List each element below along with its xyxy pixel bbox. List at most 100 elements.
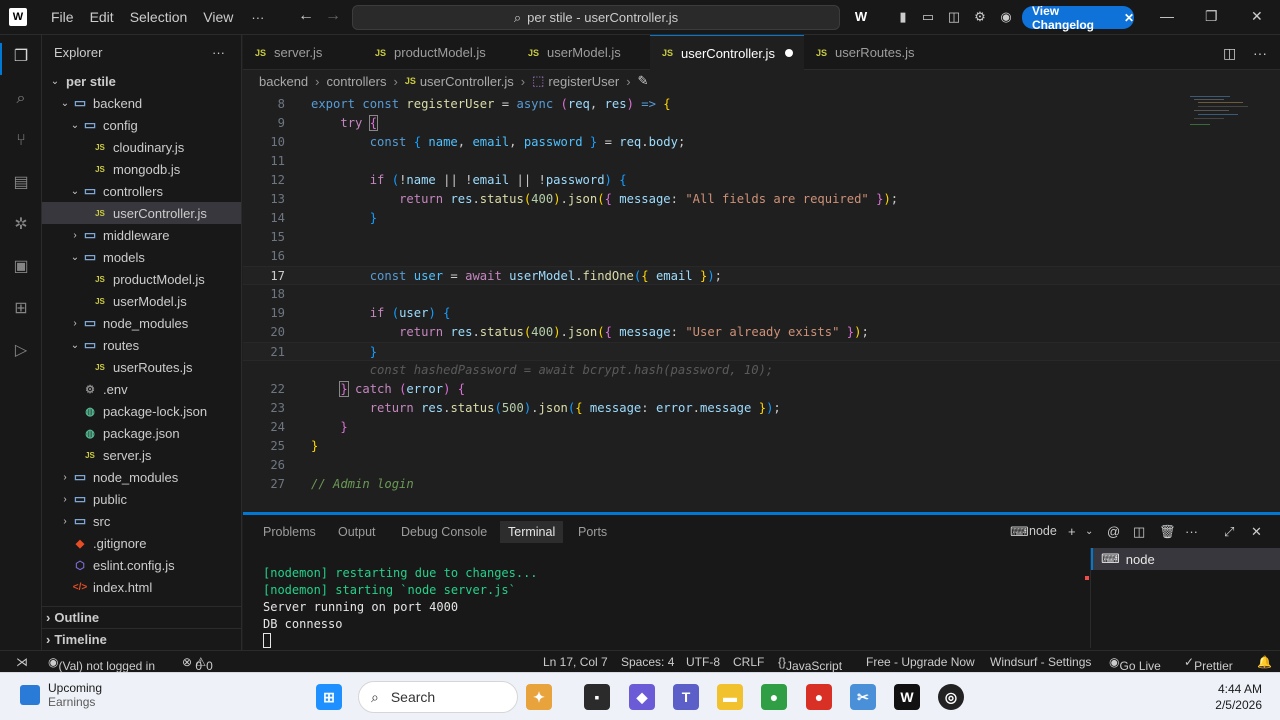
- code-line[interactable]: 13 return res.status(400).json({ message…: [243, 190, 1280, 209]
- code-line[interactable]: 8 export const registerUser = async (req,…: [243, 95, 1280, 114]
- problems-status[interactable]: ⊗ 0 ⚠ 0: [182, 655, 213, 673]
- terminal-list-item[interactable]: ⌨ node: [1091, 548, 1280, 570]
- toggle-primary-sidebar-icon[interactable]: ▮: [895, 9, 911, 25]
- code-line[interactable]: 23 return res.status(500).json({ message…: [243, 399, 1280, 418]
- snipping-tool-icon[interactable]: ✂: [850, 684, 876, 710]
- tree-item[interactable]: › ▭ node_modules: [42, 466, 241, 488]
- code-line[interactable]: 12 if (!name || !email || !password) {: [243, 171, 1280, 190]
- code-line[interactable]: 21 }: [243, 342, 1280, 361]
- command-center-search[interactable]: ⌕ per stile - userController.js: [352, 5, 840, 30]
- tree-item[interactable]: › ▭ node_modules: [42, 312, 241, 334]
- notifications-bell-icon[interactable]: 🔔: [1257, 655, 1272, 669]
- outline-section[interactable]: › Outline: [42, 606, 241, 628]
- more-actions-icon[interactable]: ···: [1253, 45, 1267, 61]
- map-icon[interactable]: ▤: [9, 171, 33, 195]
- menu-edit[interactable]: Edit: [82, 9, 122, 25]
- tab-user-controller[interactable]: JS userController.js: [650, 35, 804, 70]
- tree-item[interactable]: › ▭ middleware: [42, 224, 241, 246]
- tree-item[interactable]: ⌄ ▭ routes: [42, 334, 241, 356]
- encoding[interactable]: UTF-8: [686, 655, 720, 669]
- tree-item[interactable]: › ▭ public: [42, 488, 241, 510]
- account-status[interactable]: ◉ (Val) not logged in: [48, 655, 155, 673]
- tree-item[interactable]: ⌄ ▭ backend: [42, 92, 241, 114]
- windsurf-taskbar-icon[interactable]: W: [894, 684, 920, 710]
- split-editor-icon[interactable]: ◫: [1223, 45, 1236, 62]
- tree-item[interactable]: JS userModel.js: [42, 290, 241, 312]
- tab-user-routes[interactable]: JS userRoutes.js: [804, 35, 944, 70]
- code-line[interactable]: 25}: [243, 437, 1280, 456]
- tree-item[interactable]: ◍ package.json: [42, 422, 241, 444]
- tab-user-model[interactable]: JS userModel.js: [516, 35, 650, 70]
- chrome-icon[interactable]: ●: [761, 684, 787, 710]
- code-line[interactable]: 26: [243, 456, 1280, 475]
- terminal-name[interactable]: node: [1029, 524, 1057, 538]
- source-control-icon[interactable]: ⑂: [9, 129, 33, 153]
- code-line[interactable]: 11: [243, 152, 1280, 171]
- tree-item[interactable]: JS server.js: [42, 444, 241, 466]
- windows-start-icon[interactable]: ⊞: [316, 684, 342, 710]
- trash-icon[interactable]: 🗑: [1159, 524, 1176, 540]
- remote-explorer-icon[interactable]: ▣: [9, 255, 33, 279]
- tab-ports[interactable]: Ports: [578, 524, 607, 546]
- timeline-section[interactable]: › Timeline: [42, 628, 241, 650]
- tab-problems[interactable]: Problems: [263, 524, 316, 546]
- cursor-position[interactable]: Ln 17, Col 7: [543, 655, 608, 669]
- indentation[interactable]: Spaces: 4: [621, 655, 674, 669]
- menu-view[interactable]: View: [195, 9, 241, 25]
- run-debug-icon[interactable]: ▷: [9, 339, 33, 363]
- new-terminal-icon[interactable]: +: [1068, 524, 1076, 539]
- code-line[interactable]: const hashedPassword = await bcrypt.hash…: [243, 361, 1280, 380]
- chrome-profile-icon[interactable]: ●: [806, 684, 832, 710]
- remote-icon[interactable]: ⋊: [16, 655, 28, 669]
- file-explorer-icon[interactable]: ▬: [717, 684, 743, 710]
- code-line[interactable]: 16: [243, 247, 1280, 266]
- language-mode[interactable]: {} JavaScript: [778, 655, 842, 673]
- copilot-icon[interactable]: ◆: [629, 684, 655, 710]
- breadcrumb-item[interactable]: controllers: [327, 74, 387, 89]
- code-line[interactable]: 22 } catch (error) {: [243, 380, 1280, 399]
- code-line[interactable]: 15: [243, 228, 1280, 247]
- account-icon[interactable]: ◉: [998, 9, 1014, 25]
- teams-icon[interactable]: T: [673, 684, 699, 710]
- obs-icon[interactable]: ◎: [938, 684, 964, 710]
- menu-more-button[interactable]: ···: [241, 10, 274, 25]
- code-line[interactable]: 14 }: [243, 209, 1280, 228]
- windsurf-icon[interactable]: W: [850, 9, 872, 25]
- go-live-button[interactable]: ◉ Go Live: [1109, 655, 1161, 673]
- forward-arrow-icon[interactable]: →: [325, 7, 341, 25]
- task-view-icon[interactable]: ▪: [584, 684, 610, 710]
- close-panel-icon[interactable]: ✕: [1251, 524, 1262, 540]
- extensions-icon[interactable]: ⊞: [9, 297, 33, 321]
- explorer-more-button[interactable]: ···: [212, 45, 225, 60]
- tab-product-model[interactable]: JS productModel.js: [363, 35, 516, 70]
- chevron-down-icon[interactable]: ⌄: [1085, 526, 1093, 537]
- split-terminal-icon[interactable]: ◫: [1133, 524, 1145, 540]
- breadcrumb-item[interactable]: registerUser: [548, 74, 619, 89]
- tab-output[interactable]: Output: [338, 524, 376, 546]
- tree-item[interactable]: ⌄ ▭ models: [42, 246, 241, 268]
- taskbar-search[interactable]: ⌕ Search: [358, 681, 518, 713]
- code-line[interactable]: 9 try {: [243, 114, 1280, 133]
- tree-item[interactable]: JS productModel.js: [42, 268, 241, 290]
- debug-icon[interactable]: ✲: [9, 213, 33, 237]
- close-icon[interactable]: ✕: [1124, 11, 1134, 25]
- tree-item[interactable]: ◆ .gitignore: [42, 532, 241, 554]
- tab-debug-console[interactable]: Debug Console: [401, 524, 487, 546]
- prettier-status[interactable]: ✓ Prettier: [1184, 655, 1233, 673]
- explorer-icon[interactable]: ❐: [9, 45, 33, 69]
- code-line[interactable]: 18: [243, 285, 1280, 304]
- tree-item[interactable]: ⬡ eslint.config.js: [42, 554, 241, 576]
- tree-item[interactable]: ⌄ per stile: [42, 70, 241, 92]
- code-line[interactable]: 19 if (user) {: [243, 304, 1280, 323]
- tab-terminal[interactable]: Terminal: [500, 521, 564, 543]
- more-actions-icon[interactable]: ···: [1185, 524, 1198, 539]
- system-clock[interactable]: 4:44 AM 2/5/2026: [1215, 681, 1262, 713]
- breadcrumb-item[interactable]: userController.js: [420, 74, 514, 89]
- code-line[interactable]: 27 // Admin login: [243, 475, 1280, 494]
- code-line[interactable]: 17 const user = await userModel.findOne(…: [243, 266, 1280, 285]
- toggle-panel-icon[interactable]: ▭: [920, 9, 936, 25]
- code-line[interactable]: 10 const { name, email, password } = req…: [243, 133, 1280, 152]
- line-endings[interactable]: CRLF: [733, 655, 764, 669]
- tree-item[interactable]: ⌄ ▭ config: [42, 114, 241, 136]
- back-arrow-icon[interactable]: ←: [298, 7, 314, 25]
